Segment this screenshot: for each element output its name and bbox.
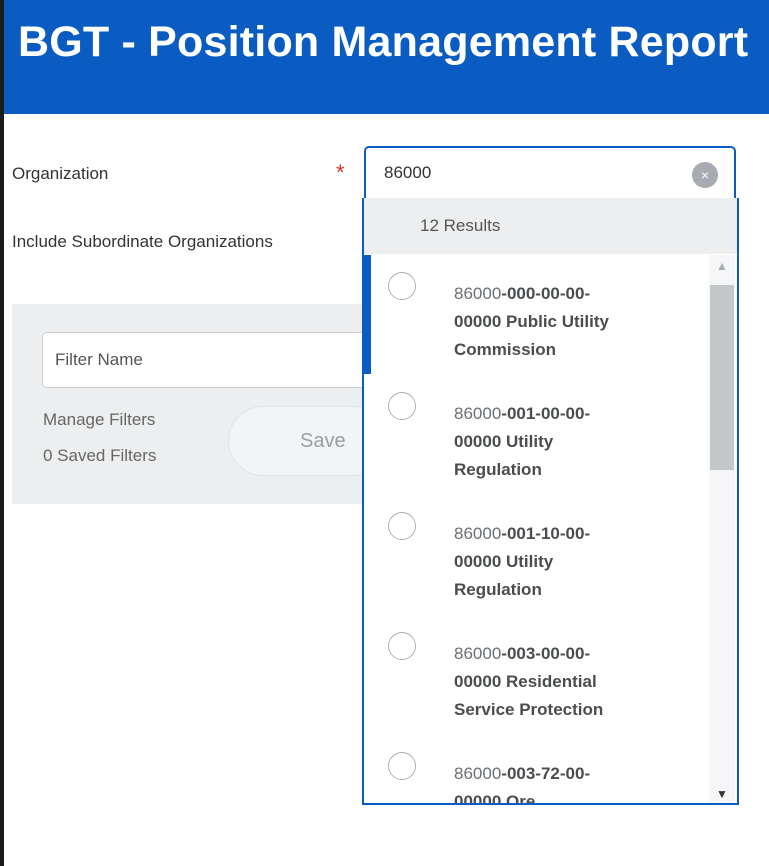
option-label: 86000-003-72-00- 00000 Ore [454, 760, 694, 805]
window-frame-edge [0, 0, 4, 866]
scroll-down-arrow-icon[interactable]: ▼ [709, 787, 735, 801]
option-label: 86000-000-00-00- 00000 Public Utility Co… [454, 280, 694, 364]
option-item[interactable]: 86000-000-00-00- 00000 Public Utility Co… [364, 255, 709, 375]
option-label: 86000-001-00-00- 00000 Utility Regulatio… [454, 400, 694, 484]
option-code-prefix: 86000 [454, 764, 502, 783]
option-item[interactable]: 86000-003-00-00- 00000 Residential Servi… [364, 615, 709, 735]
option-line2: 00000 Ore [454, 792, 536, 805]
option-line3: Regulation [454, 460, 542, 479]
radio-button[interactable] [388, 392, 416, 420]
option-line1-rest: -000-00-00- [501, 284, 591, 303]
save-button-label: Save [300, 430, 346, 452]
saved-filters-count[interactable]: 0 Saved Filters [43, 446, 156, 466]
option-item[interactable]: 86000-001-00-00- 00000 Utility Regulatio… [364, 375, 709, 495]
option-item[interactable]: 86000-001-10-00- 00000 Utility Regulatio… [364, 495, 709, 615]
option-code-prefix: 86000 [454, 404, 502, 423]
radio-button[interactable] [388, 752, 416, 780]
option-code-prefix: 86000 [454, 284, 502, 303]
scroll-up-arrow-icon[interactable]: ▲ [709, 259, 735, 273]
option-code-prefix: 86000 [454, 644, 502, 663]
option-item[interactable]: 86000-003-72-00- 00000 Ore [364, 735, 709, 805]
radio-button[interactable] [388, 632, 416, 660]
organization-dropdown[interactable]: 12 Results 86000-000-00-00- 00000 Public… [362, 198, 739, 805]
page-header: BGT - Position Management Report [4, 0, 769, 114]
option-line1-rest: -001-10-00- [501, 524, 591, 543]
option-code-prefix: 86000 [454, 524, 502, 543]
option-line3: Commission [454, 340, 557, 359]
results-count: 12 Results [420, 216, 501, 235]
saved-filters-panel: Filter Name Manage Filters 0 Saved Filte… [12, 304, 388, 504]
include-subordinate-label: Include Subordinate Organizations [12, 232, 273, 251]
option-line1-rest: -003-00-00- [501, 644, 591, 663]
filter-name-placeholder: Filter Name [55, 350, 143, 369]
option-line2: 00000 Residential [454, 672, 597, 691]
scrollbar-thumb[interactable] [710, 285, 734, 470]
radio-button[interactable] [388, 272, 416, 300]
option-line1-rest: -003-72-00- [501, 764, 591, 783]
option-line1-rest: -001-00-00- [501, 404, 591, 423]
results-header: 12 Results [364, 198, 737, 254]
option-label: 86000-001-10-00- 00000 Utility Regulatio… [454, 520, 694, 604]
page-title: BGT - Position Management Report [18, 18, 749, 66]
option-line2: 00000 Public Utility [454, 312, 609, 331]
option-line2: 00000 Utility [454, 552, 554, 571]
organization-input-value[interactable]: 86000 [384, 163, 431, 183]
option-line3: Regulation [454, 580, 542, 599]
organization-label: Organization [12, 164, 109, 183]
manage-filters-link[interactable]: Manage Filters [43, 410, 155, 430]
option-line3: Service Protection [454, 700, 604, 719]
required-indicator: * [336, 160, 345, 185]
option-list[interactable]: 86000-000-00-00- 00000 Public Utility Co… [364, 255, 709, 805]
option-line2: 00000 Utility [454, 432, 554, 451]
organization-input[interactable]: 86000 × [364, 146, 736, 198]
option-label: 86000-003-00-00- 00000 Residential Servi… [454, 640, 694, 724]
radio-button[interactable] [388, 512, 416, 540]
clear-icon[interactable]: × [692, 162, 718, 188]
dropdown-scrollbar[interactable]: ▲ ▼ [709, 255, 735, 803]
filter-name-input[interactable]: Filter Name [42, 332, 372, 388]
